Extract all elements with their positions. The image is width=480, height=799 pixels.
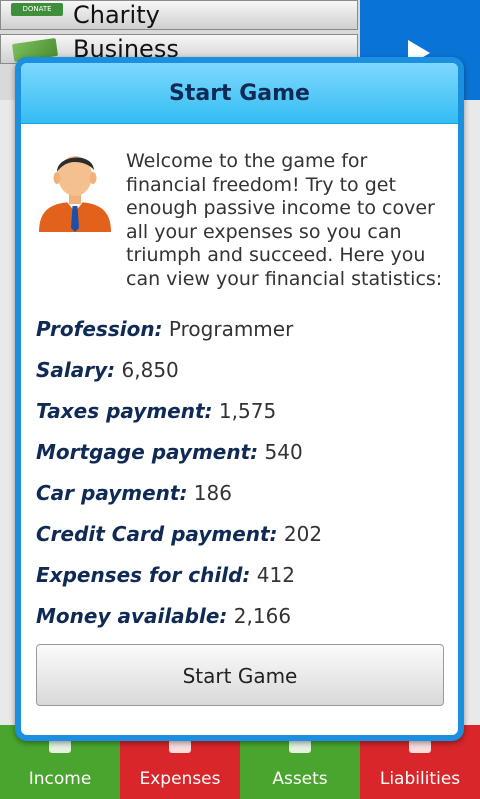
stat-label: Mortgage payment: <box>36 440 259 464</box>
stat-label: Credit Card payment: <box>36 522 278 546</box>
intro-section: Welcome to the game for financial freedo… <box>21 124 458 309</box>
start-game-button[interactable]: Start Game <box>36 644 444 706</box>
income-icon <box>49 739 71 753</box>
stat-label: Expenses for child: <box>36 563 251 587</box>
tab-label: Liabilities <box>379 769 461 789</box>
stat-value: 1,575 <box>218 399 277 423</box>
tab-label: Income <box>28 769 92 789</box>
dialog-title: Start Game <box>169 80 310 106</box>
stat-value: 186 <box>193 481 232 505</box>
tab-label: Expenses <box>139 769 221 789</box>
stat-value: 202 <box>283 522 323 546</box>
stat-taxes: Taxes payment: 1,575 <box>36 391 458 432</box>
stats-list: Profession: Programmer Salary: 6,850 Tax… <box>21 309 458 637</box>
donate-badge: DONATE <box>11 3 63 16</box>
stat-value: Programmer <box>168 317 294 341</box>
stat-value: 2,166 <box>233 604 292 628</box>
businessman-avatar <box>39 156 111 232</box>
intro-text: Welcome to the game for financial freedo… <box>126 150 443 290</box>
stat-label: Car payment: <box>36 481 188 505</box>
tab-label: Assets <box>272 769 328 789</box>
expenses-icon <box>169 739 191 753</box>
stat-label: Taxes payment: <box>36 399 213 423</box>
stat-label: Money available: <box>36 604 228 628</box>
start-game-dialog: Start Game Welcome to the game for finan… <box>15 57 464 741</box>
stat-salary: Salary: 6,850 <box>36 350 458 391</box>
stat-label: Profession: <box>36 317 163 341</box>
stat-credit-card: Credit Card payment: 202 <box>36 514 458 555</box>
liabilities-icon <box>409 739 431 753</box>
stat-value: 540 <box>264 440 303 464</box>
dialog-header: Start Game <box>21 63 458 124</box>
stat-profession: Profession: Programmer <box>36 309 458 350</box>
stat-car: Car payment: 186 <box>36 473 458 514</box>
list-item-label: Charity <box>73 1 160 29</box>
stat-money-available: Money available: 2,166 <box>36 596 458 637</box>
stat-mortgage: Mortgage payment: 540 <box>36 432 458 473</box>
list-item-charity[interactable]: DONATE Charity <box>0 0 358 30</box>
assets-icon <box>289 739 311 753</box>
stat-label: Salary: <box>36 358 116 382</box>
stat-child-expenses: Expenses for child: 412 <box>36 555 458 596</box>
stat-value: 6,850 <box>121 358 179 382</box>
stat-value: 412 <box>256 563 295 587</box>
